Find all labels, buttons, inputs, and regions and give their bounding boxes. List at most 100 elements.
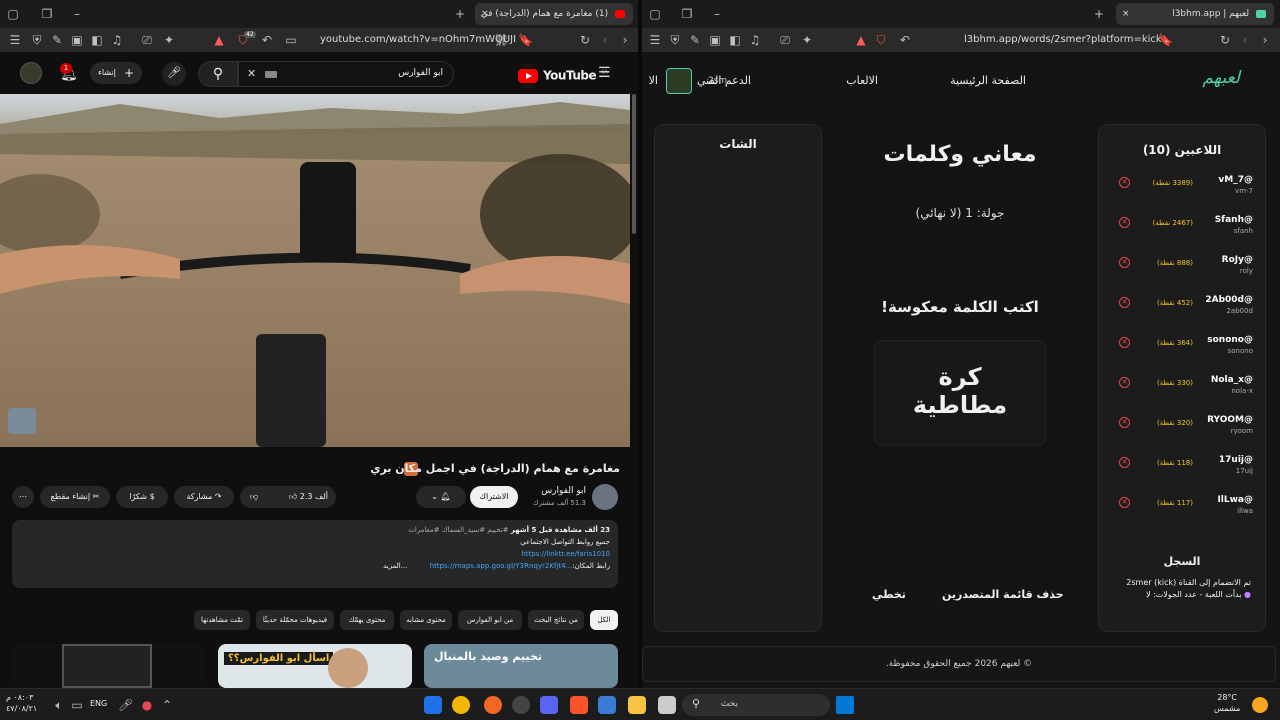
page-scrollbar[interactable] [632,94,636,234]
discord-icon[interactable] [540,696,558,714]
hashtags[interactable]: #تخييم #سيد_السماك #مغامرات [408,526,508,534]
volume-icon[interactable]: 🔈︎ [52,698,66,712]
more-actions-button[interactable]: ⋯ [12,486,34,508]
defender-icon[interactable] [424,696,442,714]
tray-app-icon[interactable]: ● [140,698,154,712]
weather-widget[interactable]: 28°C مشمس [1214,692,1240,714]
subscribe-button[interactable]: الاشتراك [470,486,518,508]
menu-icon[interactable]: ☰ [648,33,662,47]
forward-icon[interactable]: › [1258,33,1272,47]
create-button[interactable]: + إنشاء [90,62,142,84]
start-icon[interactable] [836,696,854,714]
site-logo[interactable]: لعبهم [1202,68,1240,88]
restore-icon[interactable]: ❐ [40,7,54,21]
chip-all[interactable]: الكل [590,610,618,630]
kick-player-icon[interactable]: ✕ [1119,177,1130,188]
new-tab-icon[interactable]: + [453,7,467,21]
channel-avatar[interactable] [592,484,618,510]
reload-icon[interactable]: ↻ [1218,33,1232,47]
music-icon[interactable]: ♫ [110,33,124,47]
back-icon[interactable]: ‹ [598,33,612,47]
language-indicator[interactable]: ENG [90,699,107,708]
nav-games[interactable]: الالعاب [846,74,878,87]
reader-icon[interactable]: ↶ [260,33,274,47]
rewards-icon[interactable]: ▲ [854,33,868,47]
user-avatar[interactable] [666,68,692,94]
brave-icon[interactable] [570,696,588,714]
nav-home[interactable]: الصفحة الرئيسية [950,74,1026,87]
chrome-icon[interactable] [452,696,470,714]
like-button[interactable]: 👍︎ 2.3 ألف [289,486,328,508]
network-icon[interactable]: ▭ [70,698,84,712]
bookmark-icon[interactable]: 🔖 [1158,33,1173,47]
task-view-icon[interactable] [658,696,676,714]
mic-icon[interactable]: 🎤︎ [162,62,186,86]
chip-for-you[interactable]: محتوى يهمّك [340,610,394,630]
kick-player-icon[interactable]: ✕ [1119,337,1130,348]
mic-tray-icon[interactable]: 🎤︎ [118,698,133,712]
restore-icon[interactable]: ❐ [680,7,694,21]
channel-name[interactable]: ابو الفوارس [541,486,586,496]
clear-search-icon[interactable]: ✕ [247,67,256,80]
recommended-thumb-3[interactable]: تخييم وصيد بالمنبال [424,644,618,688]
show-more-link[interactable]: ...المزيد [383,562,407,570]
dislike-button[interactable]: 👎︎ [250,486,258,508]
notification-bell-button[interactable]: ⌄ 🔔︎ [416,486,466,508]
chip-recently-uploaded[interactable]: فيديوهات محمّلة حديثًا [256,610,334,630]
close-tab-icon[interactable]: × [481,3,489,25]
brave-shield-icon[interactable]: ⛉ [874,33,888,47]
tabs-menu-icon[interactable]: ▢ [648,7,662,21]
extensions-icon[interactable]: ✦ [162,33,176,47]
tabs-menu-icon[interactable]: ▢ [6,7,20,21]
kick-player-icon[interactable]: ✕ [1119,257,1130,268]
shield-icon[interactable]: ⛨ [30,33,44,47]
reload-icon[interactable]: ↻ [578,33,592,47]
kick-player-icon[interactable]: ✕ [1119,377,1130,388]
kick-player-icon[interactable]: ✕ [1119,497,1130,508]
minimize-icon[interactable]: – [710,7,724,21]
tab-l3bhm[interactable]: لعبهم | l3bhm.app × [1116,3,1274,25]
bookmark-icon[interactable]: 🔖 [518,33,533,47]
chip-from-channel[interactable]: من ابو الفوارس [458,610,522,630]
skip-button[interactable]: تخطي [872,588,906,601]
new-tab-icon[interactable]: + [1092,7,1106,21]
video-player[interactable] [0,94,630,447]
forward-icon[interactable]: › [618,33,632,47]
chevron-up-icon[interactable]: ⌃ [160,698,174,712]
url-text[interactable]: youtube.com/watch?v=nOhm7mWQUJI [320,32,516,48]
app-icon[interactable] [512,696,530,714]
wallet-icon[interactable]: ▣ [708,33,722,47]
menu-icon[interactable]: ☰ [8,33,22,47]
keyboard-icon[interactable] [265,71,277,78]
kick-player-icon[interactable]: ✕ [1119,217,1130,228]
youtube-logo[interactable]: YouTube SA [518,65,608,83]
store-icon[interactable] [598,696,616,714]
pin-icon[interactable]: ✎ [50,33,64,47]
avatar[interactable] [20,62,42,84]
chip-watched[interactable]: تمّت مشاهدتها [194,610,250,630]
share-button[interactable]: مشاركة ↷ [174,486,234,508]
clock[interactable]: ٠٨:٠٣ م ٤٧/٠٨/٢١ [6,692,37,714]
wallet-icon[interactable]: ▣ [70,33,84,47]
screenshot-icon[interactable]: ⎚ [140,33,154,47]
extensions-icon[interactable]: ✦ [800,33,814,47]
reader-icon[interactable]: ↶ [898,33,912,47]
thanks-button[interactable]: شكرًا $ [116,486,168,508]
soundcloud-icon[interactable] [484,696,502,714]
cast-icon[interactable]: ▭ [284,33,298,47]
file-explorer-icon[interactable] [628,696,646,714]
sidebar-icon[interactable]: ◧ [90,33,104,47]
rewards-icon[interactable]: ▲ [212,33,226,47]
kick-player-icon[interactable]: ✕ [1119,417,1130,428]
search-input[interactable]: ✕ ابو الفوارس [238,61,454,87]
close-tab-icon[interactable]: × [1122,3,1130,25]
kick-player-icon[interactable]: ✕ [1119,297,1130,308]
linktree-link[interactable]: https://linktr.ee/faris1010 [20,550,610,558]
link-icon[interactable]: ⛓ [494,33,509,47]
pin-icon[interactable]: ✎ [688,33,702,47]
screenshot-icon[interactable]: ⎚ [778,33,792,47]
search-icon[interactable]: ⚲ [198,61,238,87]
hamburger-icon[interactable]: ☰ [598,65,611,81]
music-icon[interactable]: ♫ [748,33,762,47]
kick-player-icon[interactable]: ✕ [1119,457,1130,468]
